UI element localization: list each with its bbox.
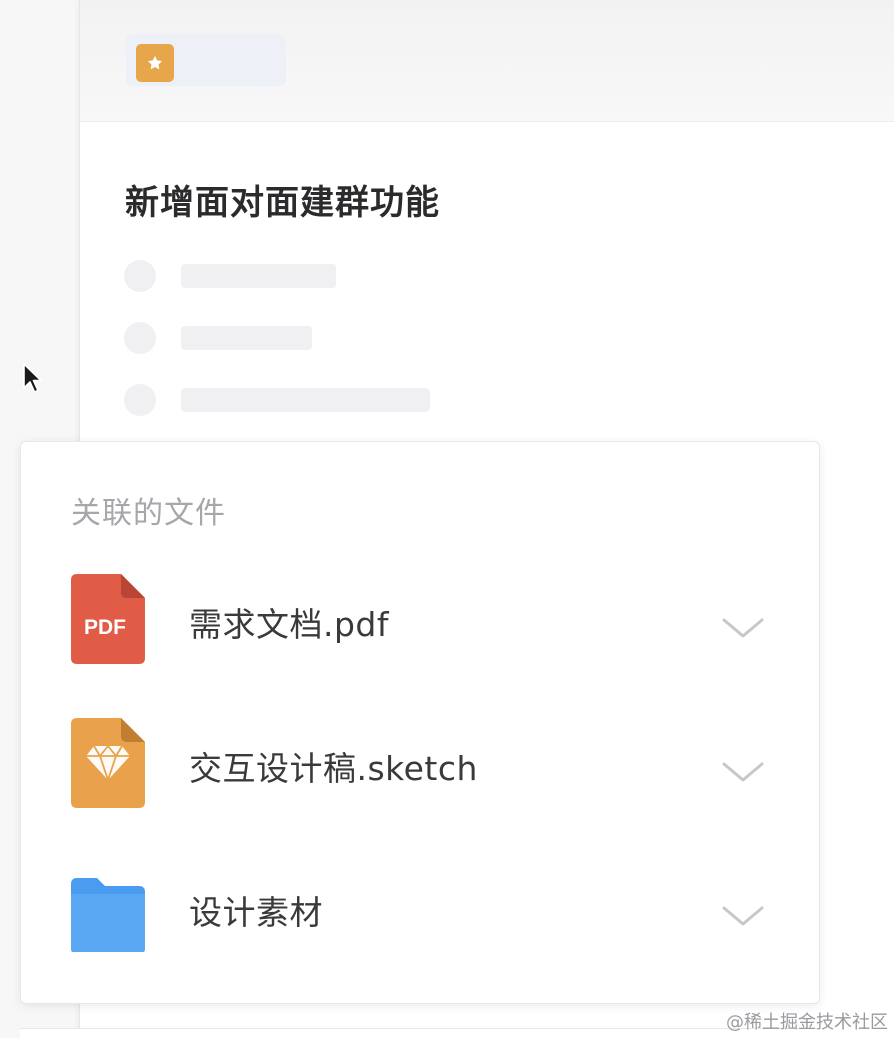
skeleton-avatar: [124, 322, 156, 354]
pdf-badge-text: PDF: [84, 616, 126, 639]
skeleton-line: [181, 264, 336, 288]
skeleton-line: [181, 388, 430, 412]
file-row-sketch[interactable]: 交互设计稿.sketch: [21, 716, 819, 826]
file-name: 设计素材: [189, 893, 323, 932]
skeleton-avatar: [124, 384, 156, 416]
skeleton-avatar: [124, 260, 156, 292]
card-title: 新增面对面建群功能: [125, 183, 440, 223]
star-icon[interactable]: [136, 44, 174, 82]
pdf-file-icon: PDF: [71, 574, 145, 664]
next-card-edge: [20, 1028, 820, 1038]
header-chip[interactable]: [126, 34, 286, 86]
card-header: [80, 0, 894, 122]
watermark: @稀土掘金技术社区: [726, 1012, 888, 1033]
file-name: 交互设计稿.sketch: [189, 749, 478, 788]
chevron-down-icon[interactable]: [721, 616, 765, 640]
mouse-pointer-icon: [23, 363, 42, 393]
chevron-down-icon[interactable]: [721, 904, 765, 928]
chevron-down-icon[interactable]: [721, 760, 765, 784]
file-row-pdf[interactable]: PDF 需求文档.pdf: [21, 572, 819, 682]
linked-files-popover: 关联的文件 PDF 需求文档.pdf 交互设计稿.sketch 设计素材: [20, 441, 820, 1004]
file-row-folder[interactable]: 设计素材: [21, 860, 819, 970]
folder-icon: [71, 878, 145, 952]
screen: 新增面对面建群功能 关联的文件 PDF 需求文档.pdf 交互设计稿.sketc…: [0, 0, 894, 1038]
skeleton-line: [181, 326, 312, 350]
popover-title: 关联的文件: [71, 496, 226, 531]
file-name: 需求文档.pdf: [189, 605, 390, 644]
sketch-file-icon: [71, 718, 145, 808]
